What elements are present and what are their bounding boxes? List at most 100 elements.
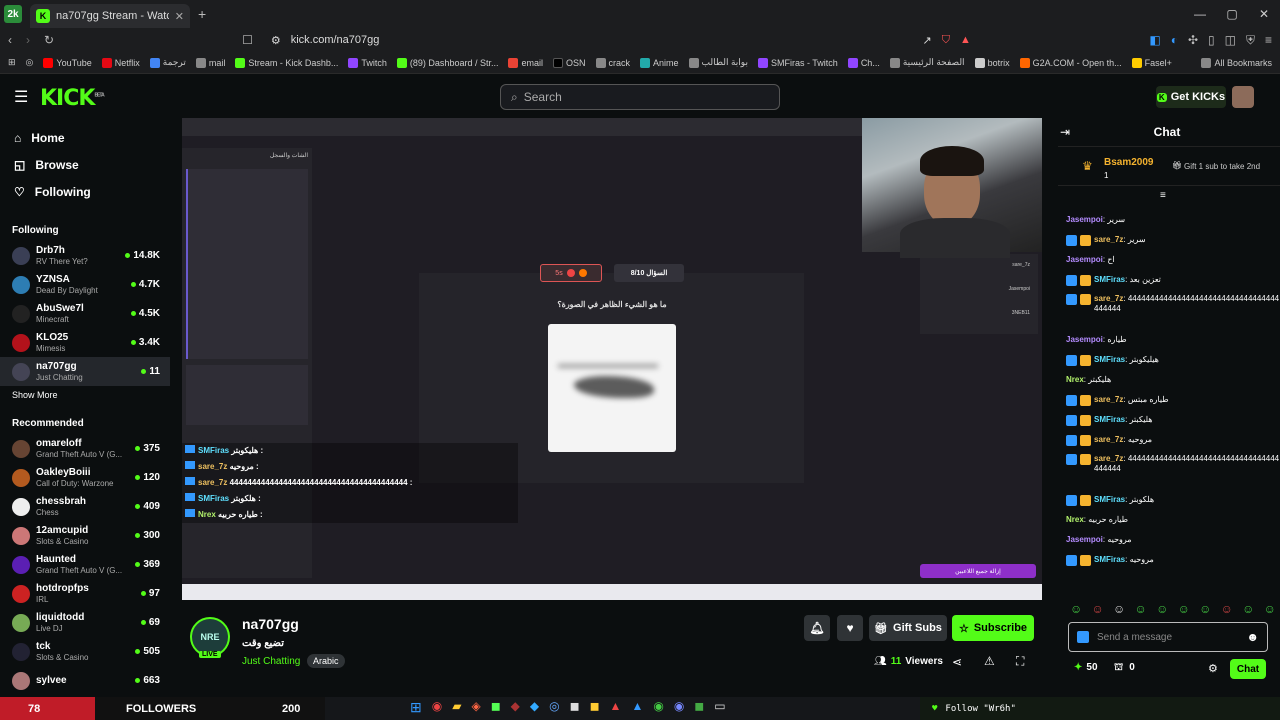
nav-browse[interactable]: ◱ Browse — [0, 151, 170, 178]
close-tab-icon[interactable]: ✕ — [175, 10, 184, 23]
chat-gifts[interactable]: ⛫ 0 — [1114, 662, 1135, 675]
nav-home[interactable]: ⌂ Home — [0, 124, 170, 151]
nav-following[interactable]: ♡ Following — [0, 178, 170, 205]
emote-icon[interactable]: ☺ — [1135, 602, 1147, 616]
bookmark-item[interactable]: Ch... — [847, 57, 880, 68]
rewards-icon[interactable]: ▲ — [960, 34, 971, 46]
chat-message[interactable]: Nrex: هليكبتر — [1058, 370, 1280, 390]
translate-icon[interactable]: ◐ — [1171, 33, 1178, 48]
following-channel-na707gg[interactable]: na707gg Just Chatting 11 — [0, 357, 170, 386]
emote-icon[interactable]: ☺ — [1156, 602, 1168, 616]
emoji-icon[interactable]: ☻ — [1246, 630, 1259, 644]
clip-icon[interactable]: ⛶ — [1016, 654, 1024, 669]
emote-icon[interactable]: ☺ — [1113, 602, 1125, 616]
chat-message[interactable]: SMFiras: هلكوبتر — [1058, 490, 1280, 510]
app-icon[interactable]: ▲ — [610, 699, 622, 716]
brave-shield-icon[interactable]: ⛉ — [942, 34, 950, 47]
emote-icon[interactable]: ☺ — [1221, 602, 1233, 616]
emote-icon[interactable]: ☺ — [1242, 602, 1254, 616]
app-icon[interactable]: ◆ — [530, 699, 539, 716]
app-icon[interactable]: ◉ — [432, 699, 442, 716]
bookmark-item[interactable]: بوابة الطالب — [688, 57, 748, 68]
chat-message[interactable]: Jasempoi: اح — [1058, 250, 1280, 270]
video-player[interactable]: الشات والسجل 5s السؤال 8/10 ما هو الشيء … — [182, 118, 1042, 600]
chat-settings-icon[interactable]: ⚙ — [1208, 662, 1218, 675]
recommended-channel-hotdropfps[interactable]: hotdropfps IRL 97 — [0, 579, 170, 608]
bookmark-item[interactable]: SMFiras - Twitch — [757, 57, 838, 68]
kick-logo[interactable]: KICKBETA — [40, 86, 105, 111]
address-bar[interactable]: ⚙ kick.com/na707gg ↗ ⛉ ▲ — [270, 30, 971, 50]
hamburger-menu-icon[interactable]: ☰ — [14, 87, 28, 107]
recommended-channel-12amcupid[interactable]: 12amcupid Slots & Casino 300 — [0, 521, 170, 550]
browser-tab[interactable]: K na707gg Stream - Watch Live on ✕ — [30, 4, 190, 28]
bookmark-item[interactable]: ترجمة — [149, 57, 186, 68]
chat-message[interactable]: SMFiras: مروحيه — [1058, 550, 1280, 570]
chat-message[interactable]: Jasempoi: طياره — [1058, 330, 1280, 350]
bookmark-item[interactable]: YouTube — [43, 57, 92, 68]
bookmark-item[interactable]: Netflix — [101, 57, 140, 68]
minecraft-icon[interactable]: ◼ — [694, 699, 704, 716]
chat-message[interactable]: sare_7z: مروحيه — [1058, 430, 1280, 450]
channel-name[interactable]: na707gg — [242, 616, 299, 632]
discord-icon[interactable]: ◉ — [674, 699, 684, 716]
bookmark-item[interactable]: OSN — [552, 57, 586, 68]
forward-icon[interactable]: › — [26, 33, 30, 47]
get-kicks-button[interactable]: K Get KICKs — [1156, 86, 1226, 108]
app-icon[interactable]: ◆ — [511, 699, 520, 716]
bookmark-item[interactable]: Anime — [640, 57, 679, 68]
chat-message[interactable]: Jasempoi: مروحيه — [1058, 530, 1280, 550]
chat-message[interactable]: sare_7z: سرير — [1058, 230, 1280, 250]
xbox-icon[interactable]: ◉ — [653, 699, 663, 716]
follow-heart-button[interactable]: ♥ — [837, 615, 863, 641]
close-window-icon[interactable]: ✕ — [1248, 7, 1280, 21]
bookmark-item[interactable]: Fasel+ — [1131, 57, 1172, 68]
reload-icon[interactable]: ↻ — [44, 33, 54, 47]
chat-message[interactable]: sare_7z: 4444444444444444444444444444444… — [1058, 450, 1280, 490]
emote-icon[interactable]: ☺ — [1070, 602, 1082, 616]
gift-subs-button[interactable]: 🎁︎ Gift Subs — [869, 615, 947, 641]
chat-message[interactable]: SMFiras: تعزين بعد — [1058, 270, 1280, 290]
chat-message[interactable]: Jasempoi: سرير — [1058, 210, 1280, 230]
following-channel-drb7h[interactable]: Drb7h RV There Yet? 14.8K — [0, 241, 170, 270]
bookmark-item[interactable]: crack — [595, 57, 630, 68]
extension-icon[interactable]: ◧ — [1149, 33, 1160, 48]
following-channel-abuswe7l[interactable]: AbuSwe7l Minecraft 4.5K — [0, 299, 170, 328]
recommended-channel-chessbrah[interactable]: chessbrah Chess 409 — [0, 492, 170, 521]
back-icon[interactable]: ‹ — [8, 33, 12, 47]
bookmark-icon[interactable]: ☐ — [242, 33, 253, 47]
chat-message[interactable]: SMFiras: هليكبتر — [1058, 410, 1280, 430]
bookmark-item[interactable]: Twitch — [348, 57, 387, 68]
wallet-icon[interactable]: ◫ — [1225, 33, 1236, 48]
recommended-channel-sylvee[interactable]: sylvee 663 — [0, 666, 170, 695]
chat-points[interactable]: ✦ 50 — [1074, 662, 1098, 673]
chat-input[interactable]: Send a message ☻ — [1068, 622, 1268, 652]
apps-grid-icon[interactable]: ⊞ — [8, 57, 16, 68]
windows-start-icon[interactable]: ⊞ — [410, 699, 422, 716]
stream-category[interactable]: Just Chatting — [242, 656, 300, 667]
bookmark-item[interactable]: botrix — [974, 57, 1010, 68]
emote-icon[interactable]: ☺ — [1092, 602, 1104, 616]
user-avatar[interactable] — [1232, 86, 1254, 108]
brave-icon[interactable]: ◎ — [26, 57, 34, 68]
bookmark-item[interactable]: mail — [195, 57, 225, 68]
app-icon[interactable]: ◼ — [590, 699, 600, 716]
bookmark-item[interactable]: email — [508, 57, 543, 68]
site-info-icon[interactable]: ⚙ — [271, 34, 281, 47]
minimize-icon[interactable]: — — [1184, 7, 1216, 21]
app-icon[interactable]: ◼ — [491, 699, 501, 716]
chat-send-button[interactable]: Chat — [1230, 659, 1266, 679]
report-icon[interactable]: ⚠ — [984, 654, 995, 668]
recommended-channel-oakleyboiii[interactable]: OakleyBoiii Call of Duty: Warzone 120 — [0, 463, 170, 492]
following-channel-yznsa[interactable]: YZNSA Dead By Daylight 4.7K — [0, 270, 170, 299]
recommended-channel-haunted[interactable]: Haunted Grand Theft Auto V (G... 369 — [0, 550, 170, 579]
app-icon[interactable]: ▲ — [631, 699, 643, 716]
following-channel-klo25[interactable]: KLO25 Mimesis 3.4K — [0, 328, 170, 357]
menu-icon[interactable]: ≡ — [1265, 33, 1272, 48]
new-tab-icon[interactable]: + — [198, 6, 206, 22]
emote-icon[interactable]: ☺ — [1264, 602, 1276, 616]
chat-message[interactable]: sare_7z: طياره مبتس — [1058, 390, 1280, 410]
recommended-channel-omareloff[interactable]: omareloff Grand Theft Auto V (G... 375 — [0, 434, 170, 463]
app-icon[interactable]: ▭ — [714, 699, 725, 716]
share-icon[interactable]: ↗ — [922, 34, 931, 47]
bookmark-item[interactable]: الصفحة الرئيسية — [889, 57, 965, 68]
